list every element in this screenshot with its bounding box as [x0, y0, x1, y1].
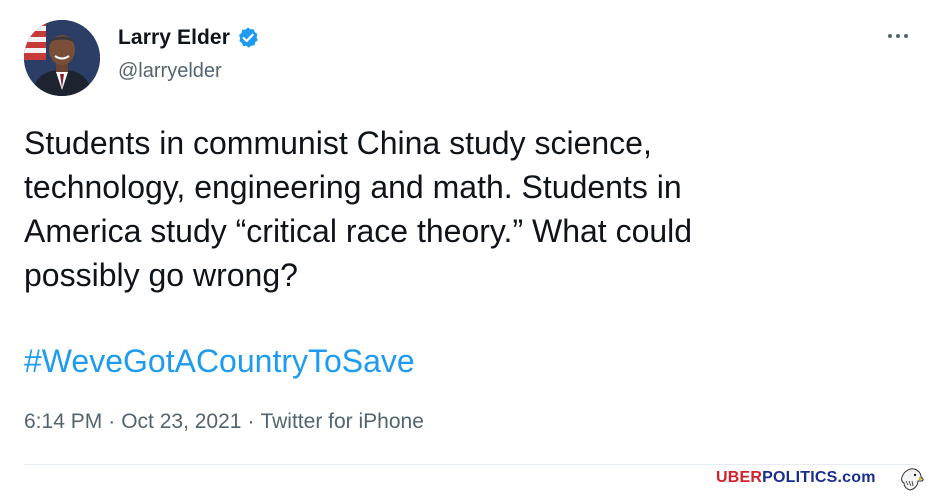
- tweet-time[interactable]: 6:14 PM: [24, 410, 102, 434]
- watermark-part2: POLITICS: [762, 469, 838, 486]
- tweet-meta: 6:14 PM · Oct 23, 2021 · Twitter for iPh…: [24, 410, 424, 434]
- meta-separator: ·: [247, 410, 255, 433]
- more-dot-icon: [888, 34, 892, 38]
- author-name-row: Larry Elder: [118, 26, 260, 50]
- author-handle[interactable]: @larryelder: [118, 60, 222, 83]
- tweet-date[interactable]: Oct 23, 2021: [121, 410, 241, 434]
- avatar[interactable]: [24, 20, 100, 96]
- meta-separator: ·: [108, 410, 116, 433]
- verified-badge-icon: [236, 26, 260, 50]
- watermark-part1: UBER: [716, 469, 763, 486]
- tweet-text: Students in communist China study scienc…: [24, 125, 693, 293]
- tweet-card: Larry Elder @larryelder Students in comm…: [0, 0, 940, 491]
- watermark-part3: .com: [837, 469, 876, 486]
- more-options-button[interactable]: [880, 26, 916, 46]
- more-dot-icon: [896, 34, 900, 38]
- tweet-source[interactable]: Twitter for iPhone: [260, 410, 423, 434]
- hashtag-link[interactable]: #WeveGotACountryToSave: [24, 339, 415, 383]
- eagle-icon: [898, 465, 926, 491]
- more-dot-icon: [904, 34, 908, 38]
- author-name[interactable]: Larry Elder: [118, 26, 230, 50]
- watermark: UBER POLITICS .com: [716, 469, 876, 487]
- profile-photo: [24, 20, 100, 96]
- divider: [24, 464, 916, 465]
